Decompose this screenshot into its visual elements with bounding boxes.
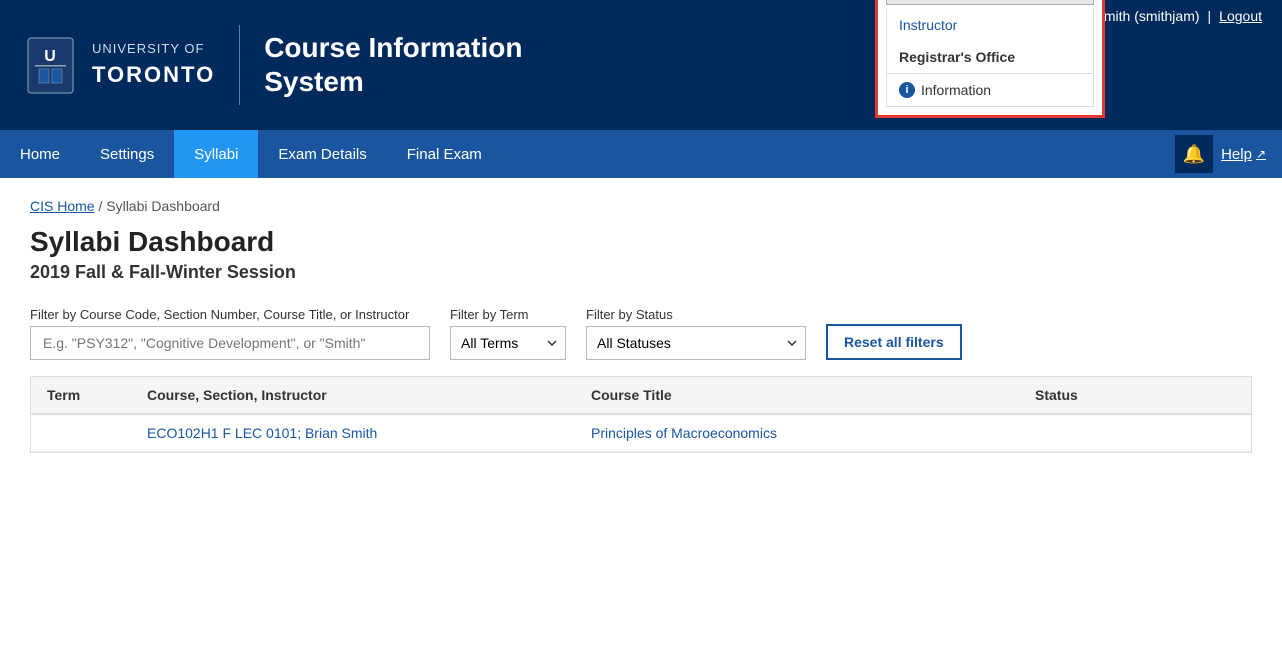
term-filter-group: Filter by Term All Terms Fall 2019 Winte…: [450, 307, 566, 360]
course-filter-group: Filter by Course Code, Section Number, C…: [30, 307, 430, 360]
reset-filters-button[interactable]: Reset all filters: [826, 324, 962, 360]
main-content: CIS Home / Syllabi Dashboard Syllabi Das…: [0, 178, 1282, 473]
row-title: Principles of Macroeconomics: [591, 425, 1035, 441]
bell-icon: 🔔: [1183, 144, 1205, 165]
row-term: [47, 425, 147, 441]
row-course: ECO102H1 F LEC 0101; Brian Smith: [147, 425, 591, 441]
col-status: Status: [1035, 387, 1235, 403]
nav-exam-details[interactable]: Exam Details: [258, 130, 386, 178]
page-header: U UNIVERSITY OF TORONTO Course Informati…: [0, 0, 1282, 130]
notifications-button[interactable]: 🔔: [1175, 135, 1213, 173]
table-row[interactable]: ECO102H1 F LEC 0101; Brian Smith Princip…: [31, 415, 1251, 452]
status-filter-group: Filter by Status All Statuses Draft Subm…: [586, 307, 806, 360]
info-label: Information: [921, 82, 991, 98]
navigation: Home Settings Syllabi Exam Details Final…: [0, 130, 1282, 178]
row-status: [1035, 425, 1235, 441]
table-header: Term Course, Section, Instructor Course …: [31, 377, 1251, 415]
breadcrumb-current: Syllabi Dashboard: [106, 198, 220, 214]
status-filter-label: Filter by Status: [586, 307, 806, 322]
session-label: 2019 Fall & Fall-Winter Session: [30, 262, 1252, 283]
university-name: UNIVERSITY OF TORONTO: [92, 39, 215, 92]
col-course: Course, Section, Instructor: [147, 387, 591, 403]
col-term: Term: [47, 387, 147, 403]
breadcrumb-home[interactable]: CIS Home: [30, 198, 95, 214]
nav-syllabi[interactable]: Syllabi: [174, 130, 258, 178]
term-filter-label: Filter by Term: [450, 307, 566, 322]
role-dropdown-menu: Instructor Registrar's Office i Informat…: [886, 9, 1094, 107]
logo-section: U UNIVERSITY OF TORONTO: [20, 25, 240, 105]
breadcrumb: CIS Home / Syllabi Dashboard: [30, 198, 1252, 214]
syllabi-table: Term Course, Section, Instructor Course …: [30, 376, 1252, 453]
switch-role-select[interactable]: Switch Role: Instructor Registrar's Offi…: [886, 0, 1094, 5]
nav-home[interactable]: Home: [0, 130, 80, 178]
info-icon: i: [899, 82, 915, 98]
nav-right-area: 🔔 Help ↗: [1175, 135, 1282, 173]
role-info-item[interactable]: i Information: [887, 74, 1093, 106]
external-link-icon: ↗: [1256, 147, 1266, 161]
nav-final-exam[interactable]: Final Exam: [387, 130, 502, 178]
page-title: Syllabi Dashboard: [30, 226, 1252, 258]
role-option-instructor[interactable]: Instructor: [887, 9, 1093, 41]
role-switcher: Role: Registrar's Office Switch Role: In…: [875, 0, 1105, 118]
filter-row: Filter by Course Code, Section Number, C…: [30, 307, 1252, 360]
help-link[interactable]: Help ↗: [1221, 146, 1266, 163]
course-filter-label: Filter by Course Code, Section Number, C…: [30, 307, 430, 322]
course-filter-input[interactable]: [30, 326, 430, 360]
term-filter-select[interactable]: All Terms Fall 2019 Winter 2020: [450, 326, 566, 360]
svg-text:U: U: [44, 48, 56, 65]
university-logo: U: [20, 30, 80, 100]
nav-settings[interactable]: Settings: [80, 130, 174, 178]
header-controls: Role: Registrar's Office Switch Role: In…: [875, 0, 1262, 118]
role-option-registrar[interactable]: Registrar's Office: [887, 41, 1093, 73]
status-filter-select[interactable]: All Statuses Draft Submitted Approved: [586, 326, 806, 360]
col-title: Course Title: [591, 387, 1035, 403]
